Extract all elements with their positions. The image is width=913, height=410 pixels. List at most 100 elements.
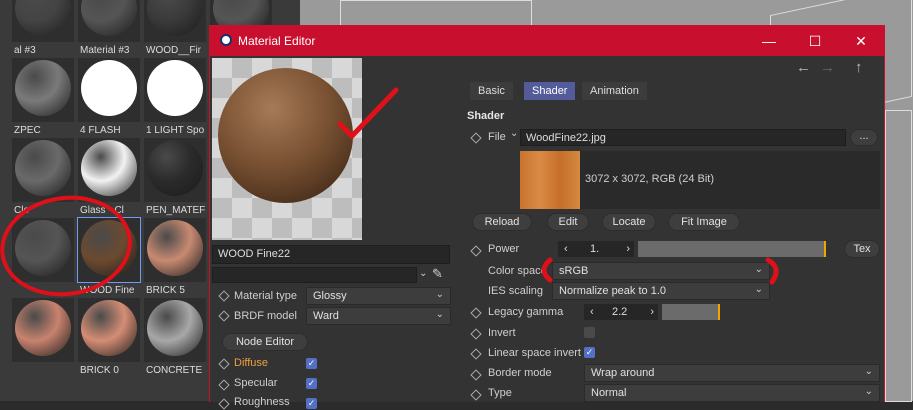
red-bracket-annotation (541, 257, 779, 285)
material-thumbnail (15, 140, 71, 196)
specular-checkbox[interactable]: ✓ (306, 378, 317, 389)
material-thumbnail (81, 300, 137, 356)
shader-heading: Shader (467, 110, 505, 122)
material-tile[interactable]: al #3 (12, 0, 74, 56)
border-mode-value: Wrap around (591, 367, 655, 379)
material-tile-label: CONCRETE (146, 365, 203, 376)
tab-animation[interactable]: Animation (582, 82, 647, 100)
material-thumbnail (147, 0, 203, 36)
texture-thumbnail[interactable] (520, 151, 580, 209)
gamma-slider[interactable] (662, 304, 720, 320)
node-editor-button[interactable]: Node Editor (222, 333, 308, 351)
app-icon (220, 34, 232, 46)
keyframe-diamond-icon[interactable] (470, 348, 482, 360)
decrement-arrow-icon[interactable]: ‹ (590, 306, 594, 318)
up-arrow-icon[interactable]: ↑ (855, 59, 863, 76)
wireframe-shape (885, 110, 912, 402)
material-tile[interactable]: ZPEC (12, 58, 74, 136)
material-tile[interactable] (12, 298, 74, 362)
invert-checkbox[interactable] (584, 327, 595, 338)
border-mode-label: Border mode (488, 367, 552, 379)
eyedropper-icon[interactable]: ✎ (432, 266, 443, 282)
type-select[interactable]: Normal ⌄ (584, 384, 880, 402)
locate-button[interactable]: Locate (602, 213, 656, 231)
material-tile[interactable]: Material #3 (78, 0, 140, 56)
border-mode-select[interactable]: Wrap around ⌄ (584, 364, 880, 382)
keyframe-diamond-icon[interactable] (470, 132, 482, 144)
material-sub-field[interactable] (212, 267, 417, 283)
roughness-checkbox[interactable]: ✓ (306, 398, 317, 409)
material-tile[interactable]: WOOD__Fir (144, 0, 206, 56)
material-tile[interactable]: BRICK 0 (78, 298, 140, 376)
power-stepper[interactable]: ‹ 1. › (558, 241, 634, 257)
maximize-button[interactable]: ☐ (792, 26, 838, 56)
material-thumbnail (81, 60, 137, 116)
close-button[interactable]: ✕ (838, 26, 884, 56)
tab-shader[interactable]: Shader (524, 82, 576, 100)
material-thumbnail (147, 140, 203, 196)
brdf-model-select[interactable]: Ward ⌄ (306, 307, 451, 325)
brdf-model-label: BRDF model (234, 310, 297, 322)
material-tile-label: ZPEC (14, 125, 41, 136)
keyframe-diamond-icon[interactable] (470, 328, 482, 340)
browse-file-button[interactable]: ... (850, 129, 878, 146)
material-type-select[interactable]: Glossy ⌄ (306, 287, 451, 305)
file-label: File (488, 131, 506, 143)
material-name-field[interactable]: WOOD Fine22 (212, 245, 450, 264)
chevron-down-icon: ⌄ (435, 309, 444, 320)
image-info: 3072 x 3072, RGB (24 Bit) (585, 173, 715, 185)
channel-specular[interactable]: Specular (234, 377, 277, 389)
material-thumbnail (15, 0, 71, 36)
channel-diffuse[interactable]: Diffuse (234, 357, 268, 369)
material-tile[interactable]: PEN_MATEF (144, 138, 206, 216)
increment-arrow-icon[interactable]: › (626, 241, 630, 257)
keyframe-diamond-icon[interactable] (470, 245, 482, 257)
tab-basic[interactable]: Basic (470, 82, 513, 100)
material-tile[interactable]: BRICK 5 (144, 218, 206, 296)
file-path-field[interactable]: WoodFine22.jpg (520, 129, 846, 146)
diffuse-checkbox[interactable]: ✓ (306, 358, 317, 369)
keyframe-diamond-icon[interactable] (470, 369, 482, 381)
keyframe-diamond-icon[interactable] (218, 310, 230, 322)
material-thumbnail (147, 60, 203, 116)
keyframe-diamond-icon[interactable] (470, 389, 482, 401)
material-thumbnail (15, 300, 71, 356)
material-tile[interactable]: 4 FLASH (78, 58, 140, 136)
material-tile-label: 4 FLASH (80, 125, 121, 136)
tex-button[interactable]: Tex (844, 240, 880, 258)
minimize-button[interactable]: — (746, 26, 792, 56)
material-tile-label: 1 LIGHT Spo (146, 125, 205, 136)
gamma-stepper[interactable]: ‹ 2.2 › (584, 304, 658, 320)
texture-preview-area: 3072 x 3072, RGB (24 Bit) (520, 151, 880, 209)
linear-space-invert-checkbox[interactable]: ✓ (584, 347, 595, 358)
material-tile[interactable]: Glass - Cl (78, 138, 140, 216)
power-slider[interactable] (638, 241, 826, 257)
chevron-down-icon: ⌄ (435, 289, 444, 300)
keyframe-diamond-icon[interactable] (218, 358, 230, 370)
keyframe-diamond-icon[interactable] (470, 307, 482, 319)
increment-arrow-icon[interactable]: › (650, 304, 654, 320)
back-arrow-icon[interactable]: ← (796, 59, 811, 76)
keyframe-diamond-icon[interactable] (218, 290, 230, 302)
chevron-down-icon[interactable]: ⌄ (510, 128, 518, 139)
ies-scaling-label: IES scaling (488, 285, 544, 297)
edit-button[interactable]: Edit (547, 213, 589, 231)
material-thumbnail (147, 220, 203, 276)
power-value: 1. (590, 243, 600, 255)
keyframe-diamond-icon[interactable] (218, 398, 230, 410)
chevron-down-icon[interactable]: ⌄ (419, 268, 427, 279)
material-type-label: Material type (234, 290, 297, 302)
keyframe-diamond-icon[interactable] (218, 379, 230, 391)
title-bar[interactable]: Material Editor — ☐ ✕ (210, 26, 884, 56)
ies-scaling-value: Normalize peak to 1.0 (559, 285, 666, 297)
reload-button[interactable]: Reload (472, 213, 532, 231)
material-tile[interactable]: Cle (12, 138, 74, 216)
channel-roughness[interactable]: Roughness (234, 396, 290, 408)
slider-marker (718, 304, 720, 320)
forward-arrow-icon[interactable]: → (820, 59, 835, 76)
material-tile[interactable]: CONCRETE (144, 298, 206, 376)
decrement-arrow-icon[interactable]: ‹ (564, 243, 568, 255)
fit-image-button[interactable]: Fit Image (668, 213, 740, 231)
material-tile[interactable]: 1 LIGHT Spo (144, 58, 206, 136)
brdf-model-value: Ward (313, 310, 339, 322)
